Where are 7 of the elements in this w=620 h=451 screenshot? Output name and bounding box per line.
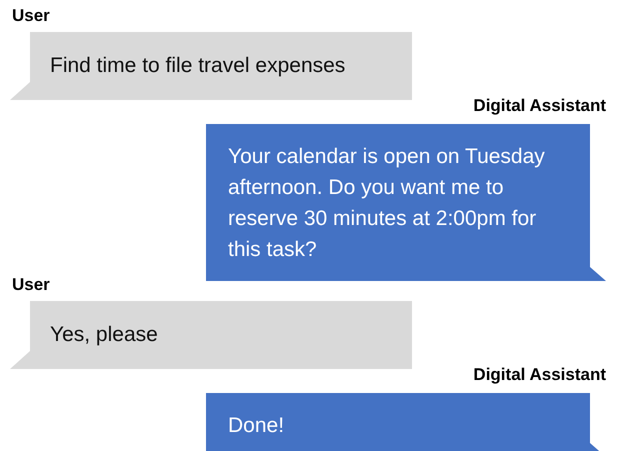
sender-label: Digital Assistant <box>473 364 606 386</box>
sender-label: Digital Assistant <box>473 95 606 117</box>
sender-label: User <box>12 274 50 296</box>
sender-label: User <box>12 5 50 27</box>
user-message-bubble: Yes, please <box>10 301 412 369</box>
user-message-bubble: Find time to file travel expenses <box>10 32 412 100</box>
assistant-message-bubble: Your calendar is open on Tuesday afternoon. Do you want me to reserve 30 minutes at 2:00pm for this task? <box>206 124 606 281</box>
